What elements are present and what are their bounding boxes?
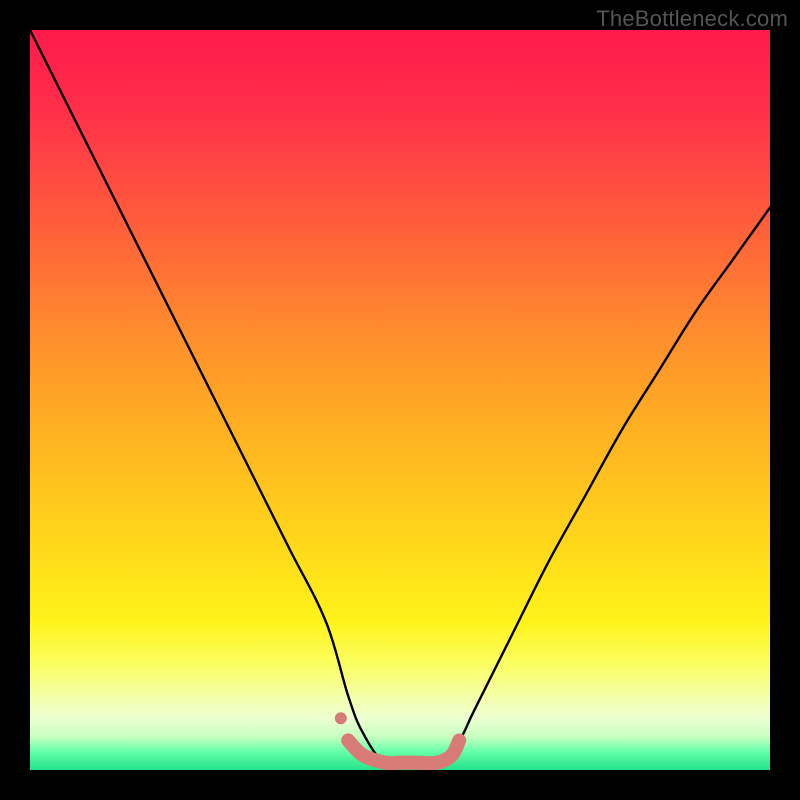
optimal-band-marker — [348, 740, 459, 763]
bottleneck-curve — [30, 30, 770, 765]
watermark-text: TheBottleneck.com — [596, 6, 788, 32]
chart-frame: TheBottleneck.com — [0, 0, 800, 800]
plot-area — [30, 30, 770, 770]
curve-layer — [30, 30, 770, 770]
optimal-marker-dot — [335, 712, 347, 724]
